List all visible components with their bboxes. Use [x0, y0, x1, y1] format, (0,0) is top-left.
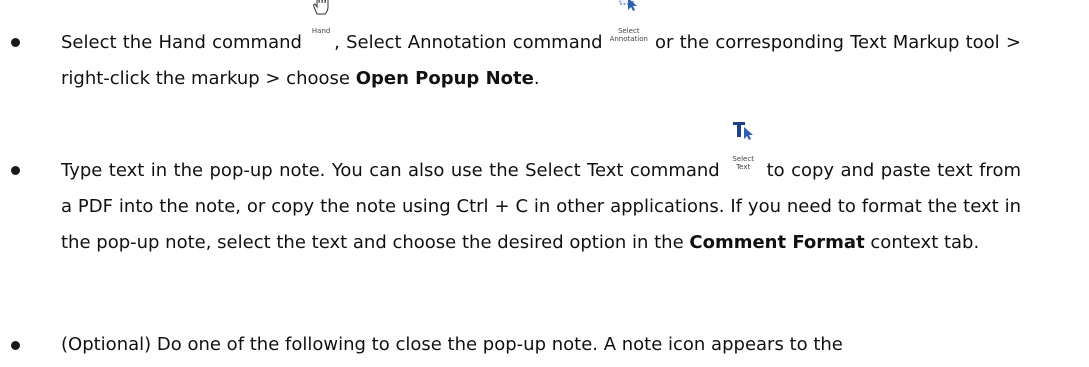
bullet-item-1: Select the Hand command Hand, Select Ann… — [11, 0, 1021, 97]
select-annotation-icon: Select Annotation — [609, 0, 649, 48]
comment-format-label: Comment Format — [689, 232, 865, 253]
document-page: Select the Hand command Hand, Select Ann… — [0, 0, 1089, 367]
bullet-1-text: Select the Hand command Hand, Select Ann… — [61, 0, 1021, 97]
select-text-icon: Select Text — [726, 122, 760, 176]
select-text-caption: Select Text — [732, 155, 754, 171]
select-annotation-caption: Select Annotation — [609, 27, 648, 43]
bullet-item-3: (Optional) Do one of the following to cl… — [11, 327, 1021, 363]
hand-caption: Hand — [311, 27, 331, 35]
hand-icon: Hand — [308, 0, 334, 48]
bullet-item-2: Type text in the pop-up note. You can al… — [11, 122, 1021, 261]
bullet-3-text: (Optional) Do one of the following to cl… — [61, 334, 843, 355]
bullet-2-text: Type text in the pop-up note. You can al… — [61, 122, 1021, 261]
open-popup-note-label: Open Popup Note — [355, 68, 534, 89]
